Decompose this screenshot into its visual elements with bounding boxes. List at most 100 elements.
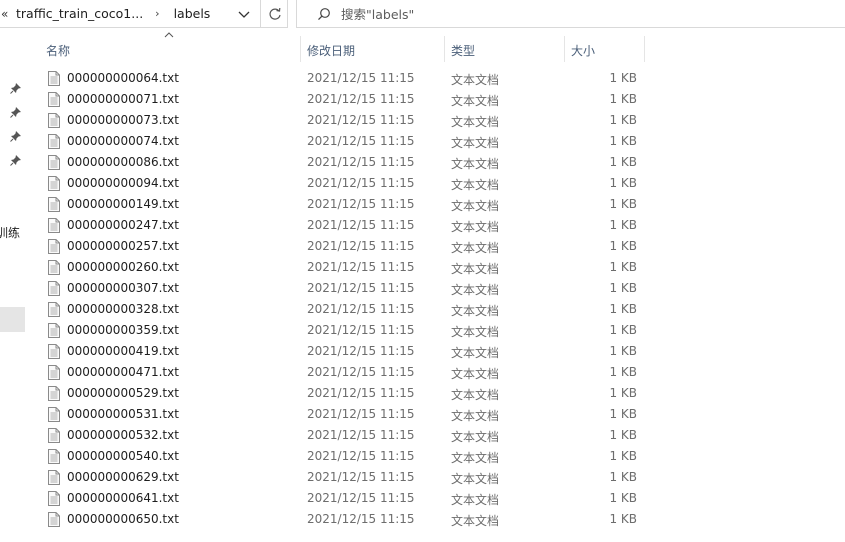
file-name[interactable]: 000000000419.txt: [67, 344, 179, 358]
file-name[interactable]: 000000000532.txt: [67, 428, 179, 442]
file-size: 1 KB: [609, 71, 637, 85]
file-name[interactable]: 000000000086.txt: [67, 155, 179, 169]
file-size: 1 KB: [609, 323, 637, 337]
file-size: 1 KB: [609, 470, 637, 484]
refresh-icon: [268, 7, 281, 20]
text-file-icon: [48, 302, 60, 317]
search-icon: [318, 7, 330, 20]
file-name[interactable]: 000000000247.txt: [67, 218, 179, 232]
file-name[interactable]: 000000000328.txt: [67, 302, 179, 316]
text-file-icon: [48, 470, 60, 485]
file-name[interactable]: 000000000307.txt: [67, 281, 179, 295]
refresh-button[interactable]: [260, 0, 288, 28]
file-row[interactable]: 000000000074.txt 2021/12/15 11:15 文本文档 1 KB: [0, 131, 845, 152]
file-row[interactable]: 000000000540.txt 2021/12/15 11:15 文本文档 1 KB: [0, 446, 845, 467]
file-size: 1 KB: [609, 176, 637, 190]
file-size: 1 KB: [609, 365, 637, 379]
file-type: 文本文档: [451, 73, 500, 87]
file-name[interactable]: 000000000650.txt: [67, 512, 179, 526]
file-name[interactable]: 000000000529.txt: [67, 386, 179, 400]
file-date: 2021/12/15 11:15: [307, 155, 415, 169]
file-size: 1 KB: [609, 239, 637, 253]
file-name[interactable]: 000000000257.txt: [67, 239, 179, 253]
text-file-icon: [48, 491, 60, 506]
column-header-size[interactable]: 大小: [571, 36, 643, 64]
text-file-icon: [48, 155, 60, 170]
column-header-name-label: 名称: [46, 43, 71, 58]
column-header-name[interactable]: 名称: [46, 36, 298, 64]
file-date: 2021/12/15 11:15: [307, 134, 415, 148]
column-divider[interactable]: [300, 36, 301, 62]
file-date: 2021/12/15 11:15: [307, 344, 415, 358]
file-date: 2021/12/15 11:15: [307, 71, 415, 85]
search-placeholder: 搜索"labels": [341, 7, 415, 22]
file-name[interactable]: 000000000064.txt: [67, 71, 179, 85]
file-size: 1 KB: [609, 218, 637, 232]
file-name[interactable]: 000000000094.txt: [67, 176, 179, 190]
file-date: 2021/12/15 11:15: [307, 281, 415, 295]
file-row[interactable]: 000000000064.txt 2021/12/15 11:15 文本文档 1 KB: [0, 68, 845, 89]
file-row[interactable]: 000000000650.txt 2021/12/15 11:15 文本文档 1 KB: [0, 509, 845, 530]
text-file-icon: [48, 512, 60, 527]
file-name[interactable]: 000000000641.txt: [67, 491, 179, 505]
file-row[interactable]: 000000000629.txt 2021/12/15 11:15 文本文档 1 KB: [0, 467, 845, 488]
column-divider[interactable]: [564, 36, 565, 62]
file-size: 1 KB: [609, 512, 637, 526]
file-row[interactable]: 000000000529.txt 2021/12/15 11:15 文本文档 1 KB: [0, 383, 845, 404]
file-name[interactable]: 000000000071.txt: [67, 92, 179, 106]
file-row[interactable]: 000000000532.txt 2021/12/15 11:15 文本文档 1 KB: [0, 425, 845, 446]
overflow-breadcrumb-icon[interactable]: «: [0, 7, 14, 21]
search-box[interactable]: 搜索"labels": [296, 0, 845, 28]
file-size: 1 KB: [609, 386, 637, 400]
file-row[interactable]: 000000000071.txt 2021/12/15 11:15 文本文档 1 KB: [0, 89, 845, 110]
file-type: 文本文档: [451, 220, 500, 234]
file-type: 文本文档: [451, 304, 500, 318]
breadcrumb-separator-icon[interactable]: ›: [155, 7, 159, 20]
column-divider[interactable]: [444, 36, 445, 62]
file-name[interactable]: 000000000531.txt: [67, 407, 179, 421]
file-type: 文本文档: [451, 430, 500, 444]
text-file-icon: [48, 365, 60, 380]
text-file-icon: [48, 407, 60, 422]
file-name[interactable]: 000000000074.txt: [67, 134, 179, 148]
file-row[interactable]: 000000000257.txt 2021/12/15 11:15 文本文档 1 KB: [0, 236, 845, 257]
text-file-icon: [48, 449, 60, 464]
file-type: 文本文档: [451, 241, 500, 255]
address-bar[interactable]: « traffic_train_coco1... › labels: [0, 0, 288, 28]
text-file-icon: [48, 281, 60, 296]
file-row[interactable]: 000000000471.txt 2021/12/15 11:15 文本文档 1 KB: [0, 362, 845, 383]
file-type: 文本文档: [451, 157, 500, 171]
file-size: 1 KB: [609, 344, 637, 358]
text-file-icon: [48, 92, 60, 107]
file-row[interactable]: 000000000307.txt 2021/12/15 11:15 文本文档 1 KB: [0, 278, 845, 299]
file-name[interactable]: 000000000471.txt: [67, 365, 179, 379]
file-name[interactable]: 000000000359.txt: [67, 323, 179, 337]
file-name[interactable]: 000000000073.txt: [67, 113, 179, 127]
file-list: 000000000064.txt 2021/12/15 11:15 文本文档 1 KB…: [0, 68, 845, 530]
chevron-down-icon[interactable]: [236, 6, 252, 22]
text-file-icon: [48, 260, 60, 275]
breadcrumb-parent[interactable]: traffic_train_coco1...: [16, 6, 143, 21]
file-name[interactable]: 000000000540.txt: [67, 449, 179, 463]
file-row[interactable]: 000000000419.txt 2021/12/15 11:15 文本文档 1 KB: [0, 341, 845, 362]
file-row[interactable]: 000000000149.txt 2021/12/15 11:15 文本文档 1 KB: [0, 194, 845, 215]
file-row[interactable]: 000000000086.txt 2021/12/15 11:15 文本文档 1 KB: [0, 152, 845, 173]
file-name[interactable]: 000000000629.txt: [67, 470, 179, 484]
file-name[interactable]: 000000000149.txt: [67, 197, 179, 211]
file-date: 2021/12/15 11:15: [307, 197, 415, 211]
file-date: 2021/12/15 11:15: [307, 239, 415, 253]
file-row[interactable]: 000000000359.txt 2021/12/15 11:15 文本文档 1 KB: [0, 320, 845, 341]
file-row[interactable]: 000000000260.txt 2021/12/15 11:15 文本文档 1 KB: [0, 257, 845, 278]
column-divider[interactable]: [644, 36, 645, 62]
file-row[interactable]: 000000000073.txt 2021/12/15 11:15 文本文档 1 KB: [0, 110, 845, 131]
file-row[interactable]: 000000000531.txt 2021/12/15 11:15 文本文档 1 KB: [0, 404, 845, 425]
file-row[interactable]: 000000000094.txt 2021/12/15 11:15 文本文档 1 KB: [0, 173, 845, 194]
file-row[interactable]: 000000000641.txt 2021/12/15 11:15 文本文档 1 KB: [0, 488, 845, 509]
breadcrumb-current[interactable]: labels: [174, 6, 211, 21]
column-header-date[interactable]: 修改日期: [307, 36, 443, 64]
column-header-type[interactable]: 类型: [451, 36, 563, 64]
file-row[interactable]: 000000000328.txt 2021/12/15 11:15 文本文档 1 KB: [0, 299, 845, 320]
file-type: 文本文档: [451, 199, 500, 213]
file-row[interactable]: 000000000247.txt 2021/12/15 11:15 文本文档 1 KB: [0, 215, 845, 236]
file-name[interactable]: 000000000260.txt: [67, 260, 179, 274]
